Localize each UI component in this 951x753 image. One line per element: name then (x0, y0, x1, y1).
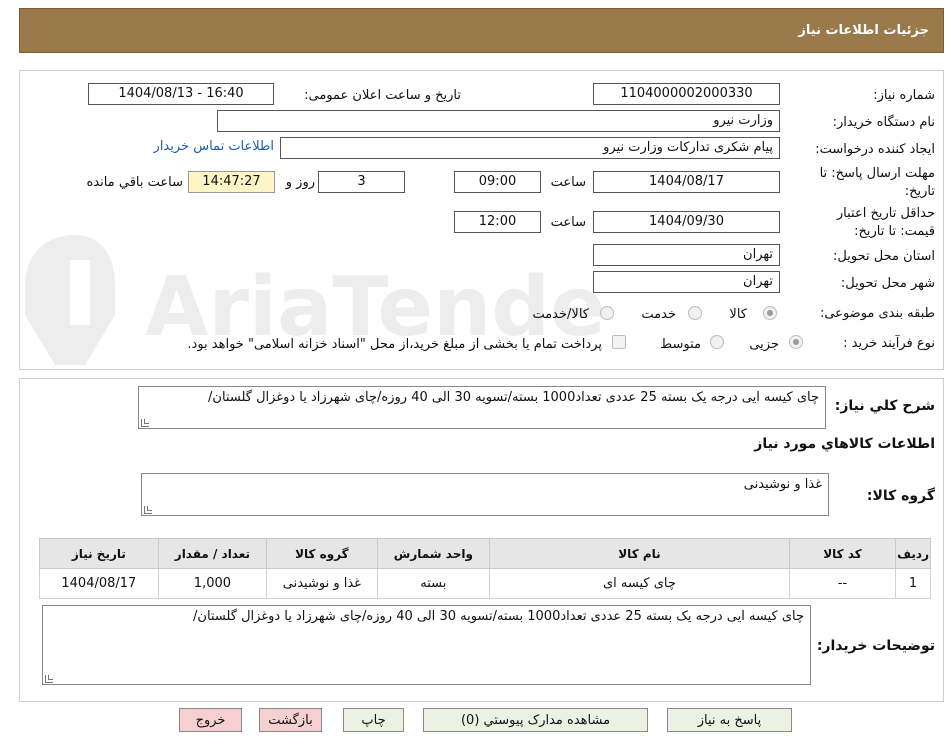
process-radio-medium[interactable] (710, 335, 724, 349)
watermark-logo: AriaTender.neT (25, 235, 605, 365)
cell-item-code: -- (788, 568, 897, 599)
resize-handle-icon[interactable] (141, 419, 149, 427)
table-row: 1 -- چای کیسه ای بسته غذا و نوشیدنی 1,00… (39, 568, 931, 599)
validity-label-line2: قیمت: تا تاریخ: (854, 224, 935, 239)
cell-group: غذا و نوشیدنی (266, 568, 378, 599)
creator-field[interactable]: پیام شکری تدارکات وزارت نیرو (280, 137, 780, 159)
table-header-row: ردیف کد کالا نام کالا واحد شمارش گروه کا… (39, 538, 931, 569)
announce-datetime-field[interactable]: 1404/08/13 - 16:40 (88, 83, 274, 105)
category-option-service: خدمت (641, 307, 676, 322)
buyer-notes-label: توضیحات خریدار: (816, 638, 935, 654)
buyer-notes-textarea[interactable]: چای کیسه ایی درجه یک بسته 25 عددی تعداد1… (42, 605, 811, 685)
province-field[interactable]: تهران (593, 244, 780, 266)
goods-section-title: اطلاعات کالاهاي مورد نياز (754, 436, 935, 452)
process-option-partial: جزیی (749, 337, 779, 352)
cell-row-number: 1 (895, 568, 931, 599)
remaining-time-field: 14:47:27 (188, 171, 275, 193)
announce-label: تاریخ و ساعت اعلان عمومی: (304, 88, 461, 103)
process-label: نوع فرآیند خرید : (843, 336, 935, 351)
col-header-unit: واحد شمارش (376, 538, 491, 569)
deadline-date-field[interactable]: 1404/08/17 (593, 171, 780, 193)
goods-group-label: گروه کالا: (866, 488, 935, 504)
category-radio-goods[interactable] (763, 306, 777, 320)
city-field[interactable]: تهران (593, 271, 780, 293)
need-number-label: شماره نیاز: (873, 88, 935, 103)
days-suffix-label: روز و (285, 175, 315, 190)
buyer-label: نام دستگاه خریدار: (832, 115, 935, 130)
process-option-medium: متوسط (660, 337, 701, 352)
col-header-item-name: نام کالا (489, 538, 790, 569)
page-title: جزئیات اطلاعات نیاز (798, 23, 929, 38)
cell-item-name: چای کیسه ای (489, 568, 790, 599)
reply-button[interactable]: پاسخ به نیاز (667, 708, 792, 732)
remaining-suffix-label: ساعت باقي مانده (86, 175, 183, 190)
category-option-goods-service: کالا/خدمت (532, 307, 589, 322)
validity-time-field[interactable]: 12:00 (454, 211, 541, 233)
page-header: جزئیات اطلاعات نیاز (19, 8, 944, 53)
exit-button[interactable]: خروج (179, 708, 242, 732)
days-remaining-field[interactable]: 3 (318, 171, 405, 193)
category-label: طبقه بندی موضوعی: (819, 306, 935, 321)
treasury-payment-note: پرداخت تمام یا بخشی از مبلغ خرید،از محل … (187, 337, 602, 352)
goods-group-text: غذا و نوشیدنی (743, 477, 822, 492)
col-header-row-number: ردیف (895, 538, 931, 569)
back-button[interactable]: بازگشت (259, 708, 322, 732)
province-label: استان محل تحویل: (833, 249, 935, 264)
treasury-payment-checkbox[interactable] (612, 335, 626, 349)
category-radio-goods-service[interactable] (600, 306, 614, 320)
deadline-time-label: ساعت (550, 175, 586, 190)
need-number-field[interactable]: 1104000002000330 (593, 83, 780, 105)
cell-quantity: 1,000 (157, 568, 268, 599)
category-option-goods: کالا (729, 307, 747, 322)
creator-label: ایجاد کننده درخواست: (815, 142, 935, 157)
cell-unit: بسته (376, 568, 491, 599)
deadline-time-field[interactable]: 09:00 (454, 171, 541, 193)
cell-need-date: 1404/08/17 (39, 568, 159, 599)
process-radio-partial[interactable] (789, 335, 803, 349)
validity-time-label: ساعت (550, 215, 586, 230)
buyer-notes-text: چای کیسه ایی درجه یک بسته 25 عددی تعداد1… (193, 609, 804, 624)
col-header-item-code: کد کالا (788, 538, 897, 569)
resize-handle-icon[interactable] (144, 506, 152, 514)
city-label: شهر محل تحویل: (840, 276, 935, 291)
need-summary-textarea[interactable]: چای کیسه ایی درجه یک بسته 25 عددی تعداد1… (138, 386, 826, 429)
view-attachments-button[interactable]: مشاهده مدارک پیوستي (0) (423, 708, 648, 732)
print-button[interactable]: چاپ (343, 708, 404, 732)
goods-table: ردیف کد کالا نام کالا واحد شمارش گروه کا… (39, 538, 931, 599)
col-header-quantity: تعداد / مقدار (157, 538, 268, 569)
need-summary-text: چای کیسه ایی درجه یک بسته 25 عددی تعداد1… (208, 390, 819, 405)
need-summary-label: شرح کلي نياز: (834, 398, 935, 414)
col-header-need-date: تاریخ نیاز (39, 538, 159, 569)
validity-label-line1: حداقل تاریخ اعتبار (836, 206, 935, 221)
buyer-field[interactable]: وزارت نیرو (217, 110, 780, 132)
deadline-label-line1: مهلت ارسال پاسخ: تا (819, 166, 935, 181)
resize-handle-icon[interactable] (45, 675, 53, 683)
col-header-group: گروه کالا (266, 538, 378, 569)
goods-group-textarea[interactable]: غذا و نوشیدنی (141, 473, 829, 516)
validity-date-field[interactable]: 1404/09/30 (593, 211, 780, 233)
deadline-label-line2: تاریخ: (904, 184, 935, 199)
category-radio-service[interactable] (688, 306, 702, 320)
buyer-contact-link[interactable]: اطلاعات تماس خریدار (154, 139, 274, 154)
